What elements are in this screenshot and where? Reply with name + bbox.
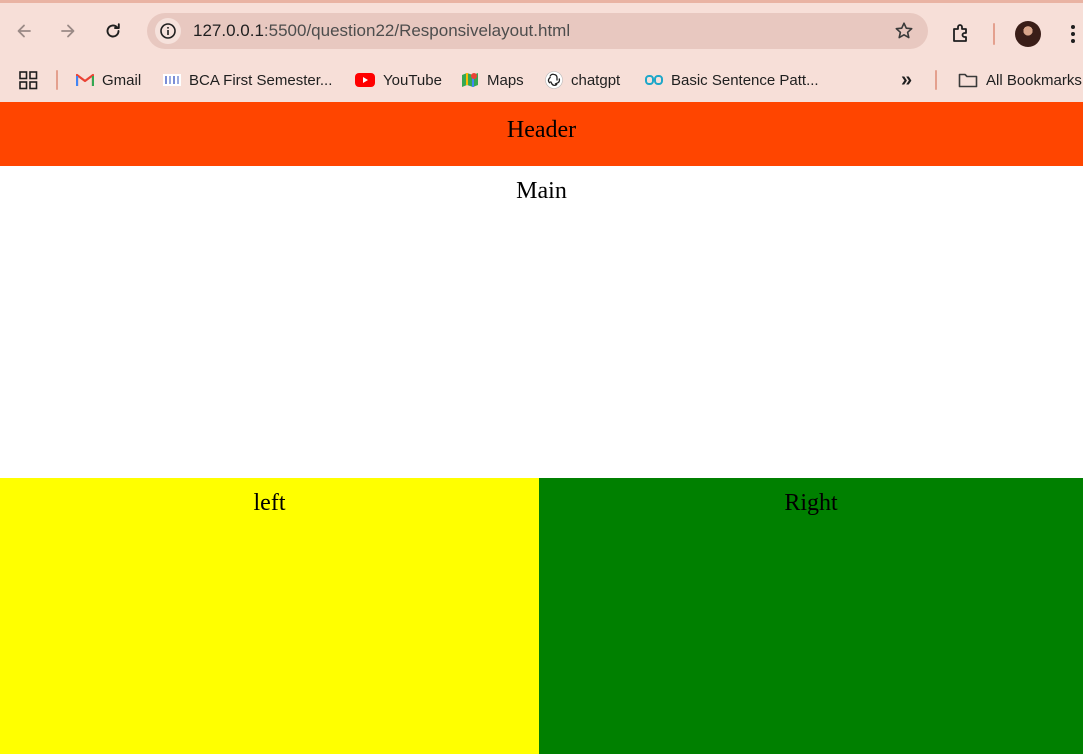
bookmarks-separator <box>935 70 937 90</box>
right-section: Right <box>539 478 1083 754</box>
url-path: :5500/question22/Responsivelayout.html <box>263 21 571 40</box>
browser-toolbar: 127.0.0.1:5500/question22/Responsivelayo… <box>0 8 1083 54</box>
site-info-button[interactable] <box>155 18 181 44</box>
folder-icon <box>958 71 978 89</box>
bookmarks-separator <box>56 70 58 90</box>
reload-icon <box>106 23 120 38</box>
address-bar[interactable]: 127.0.0.1:5500/question22/Responsivelayo… <box>147 13 928 49</box>
bookmark-basic-sentence[interactable]: Basic Sentence Patt... <box>645 69 819 91</box>
gmail-icon <box>76 71 94 89</box>
bookmark-label: BCA First Semester... <box>189 71 333 89</box>
chevron-double-right-icon: » <box>901 68 913 91</box>
extensions-puzzle-icon[interactable] <box>949 21 973 45</box>
browser-chrome: 127.0.0.1:5500/question22/Responsivelayo… <box>0 0 1083 102</box>
maps-icon <box>461 71 479 89</box>
profile-avatar[interactable] <box>1015 21 1041 47</box>
bookmark-youtube[interactable]: YouTube <box>355 69 442 91</box>
apps-grid-icon[interactable] <box>19 71 38 90</box>
bca-favicon <box>163 71 181 89</box>
all-bookmarks-button[interactable]: All Bookmarks <box>958 69 1082 91</box>
all-bookmarks-label: All Bookmarks <box>986 71 1082 89</box>
bookmark-gmail[interactable]: Gmail <box>76 69 141 91</box>
back-button[interactable] <box>9 16 39 46</box>
info-icon <box>160 23 176 39</box>
back-arrow-icon <box>17 24 31 38</box>
bookmark-bca[interactable]: BCA First Semester... <box>163 69 332 91</box>
url-text[interactable]: 127.0.0.1:5500/question22/Responsivelayo… <box>193 13 570 49</box>
forward-arrow-icon <box>61 24 75 38</box>
more-menu-icon[interactable] <box>1064 22 1082 46</box>
header-text: Header <box>506 117 577 143</box>
bookmark-chatgpt[interactable]: chatgpt <box>545 69 620 91</box>
left-text: left <box>253 490 286 516</box>
header-section: Header <box>0 102 1083 166</box>
bookmark-label: Gmail <box>102 71 142 89</box>
bookmark-label: Basic Sentence Patt... <box>671 71 819 89</box>
bookmark-label: Maps <box>487 71 524 89</box>
bookmarks-bar: Gmail BCA First Semester... YouTube Maps… <box>0 61 1083 99</box>
right-text: Right <box>784 490 838 516</box>
page-viewport: Header Main left Right <box>0 102 1083 754</box>
toolbar-separator <box>993 23 995 45</box>
url-host: 127.0.0.1 <box>193 21 264 40</box>
bookmarks-overflow-button[interactable]: » <box>901 69 912 91</box>
youtube-icon <box>355 71 375 89</box>
main-text: Main <box>516 178 567 204</box>
bookmark-maps[interactable]: Maps <box>461 69 524 91</box>
chatgpt-icon <box>545 71 563 89</box>
main-section: Main <box>0 166 1083 478</box>
reload-button[interactable] <box>98 16 128 46</box>
left-section: left <box>0 478 539 754</box>
bookmark-star-icon[interactable] <box>894 21 914 41</box>
bookmark-label: YouTube <box>383 71 442 89</box>
forward-button[interactable] <box>53 16 83 46</box>
glasses-icon <box>645 71 663 89</box>
bookmark-label: chatgpt <box>571 71 621 89</box>
